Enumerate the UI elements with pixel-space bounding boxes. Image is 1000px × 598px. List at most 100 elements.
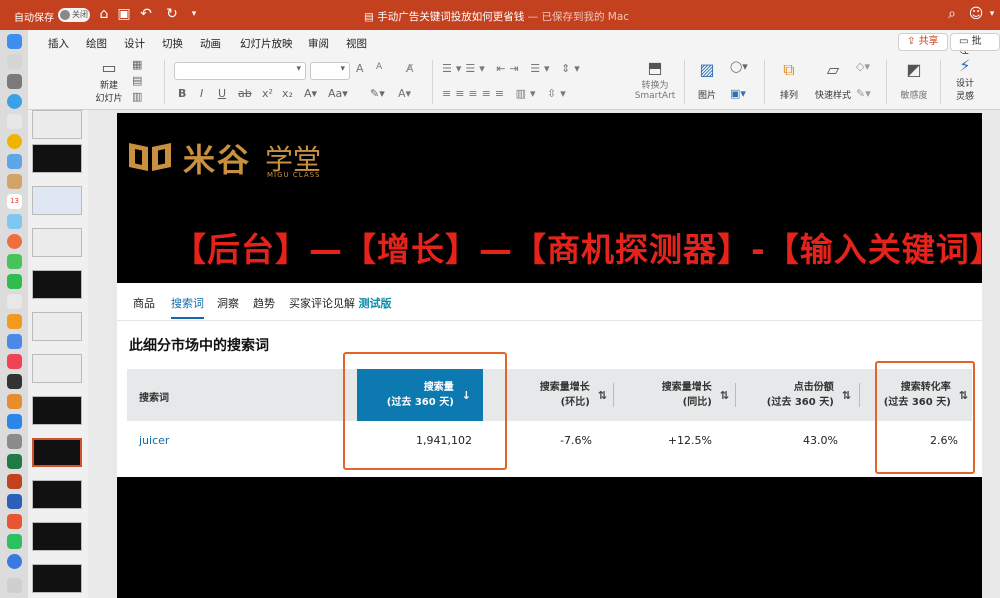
col-growth-yoy[interactable]: 搜索量增长 (同比) ⇅	[627, 369, 729, 421]
bold-icon[interactable]: B	[178, 87, 186, 100]
downloads-icon[interactable]	[7, 578, 22, 593]
slide-thumbnail-selected[interactable]	[32, 438, 82, 467]
reset-icon[interactable]: ▤	[132, 74, 142, 87]
tab-slideshow[interactable]: 幻灯片放映	[240, 36, 293, 51]
shape-outline-icon[interactable]: ✎▾	[856, 87, 871, 100]
new-slide-button[interactable]: ▭ 新建 幻灯片	[92, 58, 126, 104]
design-ideas-button[interactable]: ⚡ 设计 灵感	[948, 56, 982, 102]
textbox-icon[interactable]: ▣▾	[730, 87, 746, 100]
autosave-toggle[interactable]: 关闭	[58, 8, 90, 22]
slide-thumbnail[interactable]	[32, 228, 82, 257]
increase-font-icon[interactable]: A	[356, 62, 364, 75]
italic-icon[interactable]: I	[200, 87, 203, 100]
subscript-icon[interactable]: x₂	[282, 87, 293, 100]
photos-icon[interactable]	[7, 234, 22, 249]
app-icon[interactable]	[7, 334, 22, 349]
settings-icon[interactable]	[7, 434, 22, 449]
tab-design[interactable]: 设计	[124, 36, 145, 51]
facetime-icon[interactable]	[7, 274, 22, 289]
slide-thumbnail[interactable]	[32, 522, 82, 551]
tab-review[interactable]: 审阅	[308, 36, 329, 51]
superscript-icon[interactable]: x²	[262, 87, 273, 100]
powerpoint-icon[interactable]	[7, 474, 22, 489]
web-tab-products[interactable]: 商品	[133, 295, 155, 311]
comments-button[interactable]: ▭ 批注	[950, 33, 1000, 63]
app-icon[interactable]	[7, 114, 22, 129]
clear-format-icon[interactable]: A̸	[406, 62, 414, 75]
launchpad-icon[interactable]	[7, 54, 22, 69]
share-button[interactable]: ⇪ 共享	[898, 33, 948, 51]
slide-thumbnail[interactable]	[32, 270, 82, 299]
alignment-controls-icon[interactable]: ≡≡≡≡≡ ▥▾ ⇳▾	[442, 87, 570, 100]
undo-icon[interactable]: ↶	[138, 6, 154, 22]
search-icon[interactable]: ⌕	[944, 6, 960, 22]
tab-draw[interactable]: 绘图	[86, 36, 107, 51]
word-icon[interactable]	[7, 494, 22, 509]
app-icon[interactable]	[7, 174, 22, 189]
web-tab-search-terms[interactable]: 搜索词	[171, 295, 204, 319]
keyword-link[interactable]: juicer	[139, 434, 169, 447]
layout-icon[interactable]: ▦	[132, 58, 142, 71]
font-name-select[interactable]: ▾	[174, 62, 306, 80]
app-icon[interactable]	[7, 374, 22, 389]
picture-button[interactable]: ▨ 图片	[690, 60, 724, 101]
app-icon[interactable]	[7, 294, 22, 309]
home-icon[interactable]: ⌂	[96, 6, 112, 22]
account-menu-chevron-icon[interactable]: ▾	[984, 6, 1000, 22]
app-icon[interactable]	[7, 214, 22, 229]
web-tab-insights[interactable]: 洞察	[217, 295, 239, 311]
slide-canvas[interactable]: 米谷 学堂 MIGU CLASS 【后台】—【增长】—【商机探测器】-【输入关键…	[117, 113, 1000, 598]
chrome-icon[interactable]	[7, 134, 22, 149]
app-icon[interactable]	[7, 554, 22, 569]
quick-styles-button[interactable]: ▱ 快速样式	[810, 60, 856, 101]
excel-icon[interactable]	[7, 454, 22, 469]
slide-thumbnail[interactable]	[32, 186, 82, 215]
calendar-icon[interactable]: 13	[7, 194, 22, 209]
tab-view[interactable]: 视图	[346, 36, 367, 51]
slide-thumbnail[interactable]	[32, 396, 82, 425]
safari-icon[interactable]	[7, 94, 22, 109]
customize-toolbar-icon[interactable]: ▾	[186, 6, 202, 22]
slide-thumbnail[interactable]	[32, 564, 82, 593]
arrange-button[interactable]: ⧉ 排列	[772, 60, 806, 101]
slide-thumbnail[interactable]	[32, 110, 82, 139]
app-store-icon[interactable]	[7, 414, 22, 429]
app-icon[interactable]	[7, 314, 22, 329]
tab-transitions[interactable]: 切换	[162, 36, 183, 51]
slide-thumbnail[interactable]	[32, 312, 82, 341]
tab-animations[interactable]: 动画	[200, 36, 221, 51]
font-size-select[interactable]: ▾	[310, 62, 350, 80]
section-icon[interactable]: ▥	[132, 90, 142, 103]
shape-fill-icon[interactable]: ◇▾	[856, 60, 870, 73]
slide-thumbnail[interactable]	[32, 144, 82, 173]
slide-thumbnail[interactable]	[32, 354, 82, 383]
col-growth-qoq[interactable]: 搜索量增长 (环比) ⇅	[507, 369, 607, 421]
tab-insert[interactable]: 插入	[48, 36, 69, 51]
list-controls-icon[interactable]: ☰▾☰▾ ⇤⇥ ☰▾ ⇕▾	[442, 62, 584, 75]
redo-icon[interactable]: ↻	[164, 6, 180, 22]
slide-thumbnail[interactable]	[32, 480, 82, 509]
app-icon[interactable]	[7, 74, 22, 89]
strikethrough-icon[interactable]: ab	[238, 87, 252, 100]
change-case-icon[interactable]: Aa▾	[328, 87, 348, 100]
convert-to-smartart-button[interactable]: ⬒ 转换为 SmartArt	[632, 58, 678, 101]
web-tab-trends[interactable]: 趋势	[253, 295, 275, 311]
web-tab-review-insights[interactable]: 买家评论见解 测试版	[289, 295, 392, 311]
app-icon[interactable]	[7, 394, 22, 409]
account-icon[interactable]: ☺	[968, 6, 984, 22]
sensitivity-button[interactable]: ◩ 敏感度	[894, 60, 934, 101]
col-click-share[interactable]: 点击份额 (过去 360 天) ⇅	[747, 369, 851, 421]
wechat-icon[interactable]	[7, 534, 22, 549]
highlight-icon[interactable]: ✎▾	[370, 87, 385, 100]
decrease-font-icon[interactable]: A	[376, 62, 382, 72]
app-icon[interactable]	[7, 514, 22, 529]
save-icon[interactable]: ▣	[116, 6, 132, 22]
text-effects-icon[interactable]: A▾	[304, 87, 317, 100]
mail-icon[interactable]	[7, 154, 22, 169]
finder-icon[interactable]	[7, 34, 22, 49]
underline-icon[interactable]: U	[218, 87, 226, 100]
font-color-icon[interactable]: A▾	[398, 87, 411, 100]
messages-icon[interactable]	[7, 254, 22, 269]
shapes-icon[interactable]: ◯▾	[730, 60, 748, 73]
music-icon[interactable]	[7, 354, 22, 369]
